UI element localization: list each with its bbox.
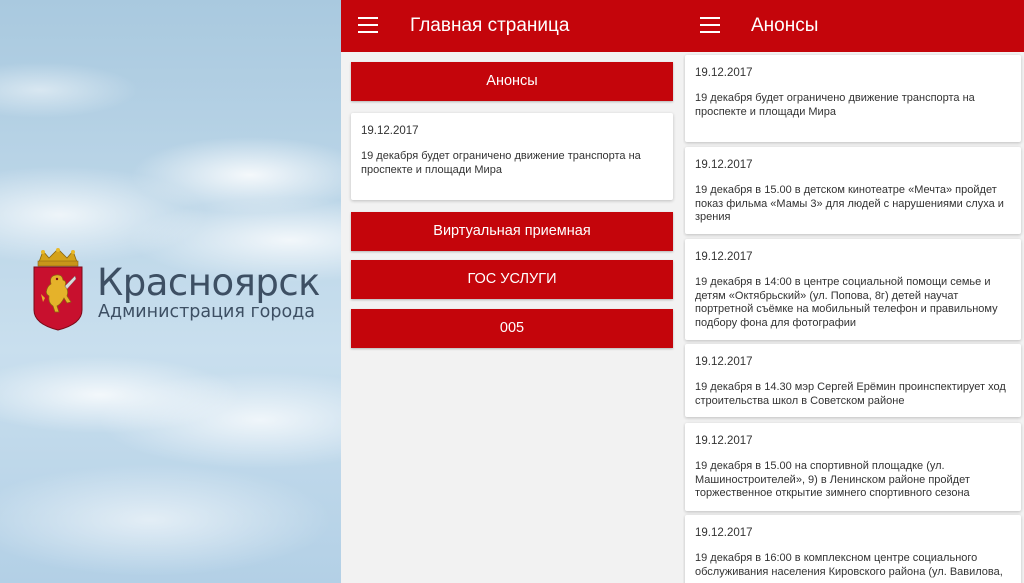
news-card[interactable]: 19.12.2017 19 декабря в 16:00 в комплекс… <box>685 515 1021 583</box>
news-date: 19.12.2017 <box>695 435 753 447</box>
announcements-button[interactable]: Анонсы <box>351 62 673 101</box>
news-card[interactable]: 19.12.2017 19 декабря в 15.00 на спортив… <box>685 423 1021 511</box>
announcement-text: 19 декабря будет ограничено движение тра… <box>361 150 641 176</box>
announcement-preview-card[interactable]: 19.12.2017 19 декабря будет ограничено д… <box>351 113 673 200</box>
news-date: 19.12.2017 <box>695 251 753 263</box>
main-screen: Главная страница Анонсы 19.12.2017 19 де… <box>341 0 683 583</box>
announcement-date: 19.12.2017 <box>361 125 419 137</box>
news-card[interactable]: 19.12.2017 19 декабря будет ограничено д… <box>685 55 1021 142</box>
splash-panel: Красноярск Администрация города <box>0 0 341 583</box>
news-date: 19.12.2017 <box>695 67 753 79</box>
city-logo: Красноярск Администрация города <box>31 248 331 332</box>
gov-services-button[interactable]: ГОС УСЛУГИ <box>351 260 673 299</box>
announcements-screen-title: Анонсы <box>751 15 819 36</box>
news-card[interactable]: 19.12.2017 19 декабря в 15.00 в детском … <box>685 147 1021 234</box>
virtual-reception-button[interactable]: Виртуальная приемная <box>351 212 673 251</box>
news-date: 19.12.2017 <box>695 356 753 368</box>
city-name: Красноярск <box>97 261 321 304</box>
main-screen-title: Главная страница <box>410 15 570 36</box>
news-text: 19 декабря в 16:00 в комплексном центре … <box>695 552 1003 578</box>
news-card[interactable]: 19.12.2017 19 декабря в 14.30 мэр Сергей… <box>685 344 1021 417</box>
news-text: 19 декабря будет ограничено движение тра… <box>695 92 975 118</box>
button-005[interactable]: 005 <box>351 309 673 348</box>
hamburger-menu-icon[interactable] <box>700 17 720 33</box>
news-date: 19.12.2017 <box>695 527 753 539</box>
news-text: 19 декабря в 14:00 в центре социальной п… <box>695 276 998 329</box>
announcements-app-bar: Анонсы <box>683 0 1024 52</box>
news-text: 19 декабря в 15.00 на спортивной площадк… <box>695 460 970 499</box>
news-date: 19.12.2017 <box>695 159 753 171</box>
main-app-bar: Главная страница <box>341 0 683 52</box>
news-text: 19 декабря в 14.30 мэр Сергей Ерёмин про… <box>695 381 1006 407</box>
announcements-screen: Анонсы 19.12.2017 19 декабря будет огран… <box>683 0 1024 583</box>
coat-of-arms-icon <box>33 248 83 331</box>
news-text: 19 декабря в 15.00 в детском кинотеатре … <box>695 184 1004 223</box>
administration-subtitle: Администрация города <box>98 302 316 322</box>
news-card[interactable]: 19.12.2017 19 декабря в 14:00 в центре с… <box>685 239 1021 340</box>
hamburger-menu-icon[interactable] <box>358 17 378 33</box>
